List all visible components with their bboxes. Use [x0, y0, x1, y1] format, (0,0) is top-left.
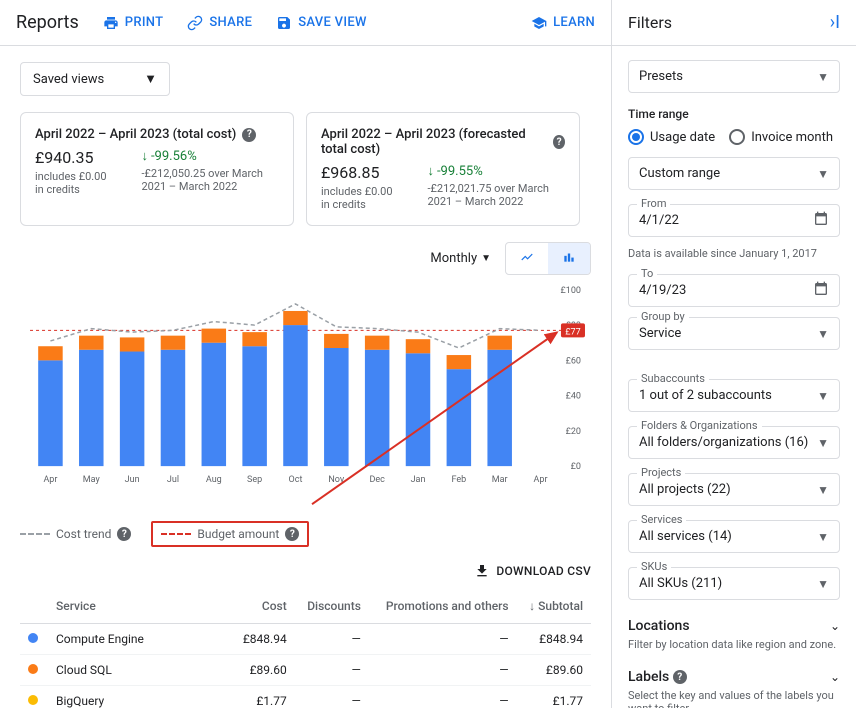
- chevron-down-icon: ⌄: [830, 619, 840, 633]
- table-row[interactable]: Cloud SQL £89.60 — — £89.60: [20, 655, 591, 686]
- svg-text:Apr: Apr: [43, 475, 57, 485]
- forecast-cost-card: April 2022 – April 2023 (forecasted tota…: [306, 112, 580, 226]
- svg-text:Jan: Jan: [411, 475, 426, 485]
- svg-text:Feb: Feb: [451, 475, 466, 485]
- period-dropdown[interactable]: Monthly▼: [430, 251, 491, 266]
- calendar-icon: [813, 281, 829, 301]
- svg-text:£77: £77: [565, 327, 580, 337]
- save-view-button[interactable]: SAVE VIEW: [276, 15, 367, 31]
- projects-dropdown[interactable]: Projects All projects (22) ▼: [628, 473, 840, 506]
- svg-text:Dec: Dec: [369, 475, 385, 485]
- download-icon: [474, 563, 490, 579]
- chevron-down-icon: ▼: [817, 530, 829, 544]
- chevron-down-icon: ▼: [817, 70, 829, 84]
- svg-text:£100: £100: [561, 286, 581, 296]
- folders-dropdown[interactable]: Folders & Organizations All folders/orga…: [628, 426, 840, 459]
- svg-text:May: May: [83, 475, 101, 485]
- usage-date-radio[interactable]: Usage date: [628, 129, 715, 145]
- table-row[interactable]: BigQuery £1.77 — — £1.77: [20, 686, 591, 708]
- legend-budget: Budget amount?: [151, 521, 309, 547]
- sort-arrow-icon[interactable]: ↓: [529, 599, 535, 613]
- total-amount: £940.35: [35, 148, 109, 167]
- date-range-dropdown[interactable]: Custom range ▼: [628, 157, 840, 190]
- service-color-dot: [28, 695, 38, 705]
- print-icon: [103, 15, 119, 31]
- svg-text:£0: £0: [571, 462, 581, 472]
- learn-icon: [531, 15, 547, 31]
- save-icon: [276, 15, 292, 31]
- help-icon[interactable]: ?: [553, 135, 565, 149]
- svg-text:£20: £20: [566, 427, 581, 437]
- chevron-down-icon: ▼: [481, 253, 491, 264]
- svg-text:Apr: Apr: [534, 475, 548, 485]
- svg-text:£40: £40: [566, 392, 581, 402]
- chevron-down-icon: ▼: [817, 483, 829, 497]
- share-icon: [187, 15, 203, 31]
- line-chart-toggle[interactable]: [506, 243, 548, 274]
- presets-dropdown[interactable]: Presets ▼: [628, 60, 840, 93]
- chevron-down-icon: ▼: [817, 327, 829, 341]
- group-by-dropdown[interactable]: Group by Service ▼: [628, 317, 840, 350]
- svg-text:£60: £60: [566, 356, 581, 366]
- share-button[interactable]: SHARE: [187, 15, 252, 31]
- help-icon[interactable]: ?: [673, 670, 687, 684]
- svg-text:Jul: Jul: [167, 475, 179, 485]
- forecast-amount: £968.85: [321, 163, 395, 182]
- services-dropdown[interactable]: Services All services (14) ▼: [628, 520, 840, 553]
- chevron-down-icon: ▼: [817, 389, 829, 403]
- legend-cost-trend: Cost trend?: [20, 527, 131, 541]
- locations-section[interactable]: Locations⌄: [628, 618, 840, 634]
- arrow-down-icon: ↓: [427, 163, 434, 179]
- filters-title: Filters: [628, 13, 672, 32]
- to-date-input[interactable]: To 4/19/23: [628, 274, 840, 307]
- bar-chart-toggle[interactable]: [548, 243, 590, 274]
- labels-section[interactable]: Labels ?⌄: [628, 669, 840, 685]
- download-csv-button[interactable]: DOWNLOAD CSV: [474, 563, 591, 579]
- svg-text:Oct: Oct: [289, 475, 303, 485]
- saved-views-dropdown[interactable]: Saved views ▼: [20, 62, 170, 96]
- learn-button[interactable]: LEARN: [531, 15, 595, 31]
- table-row[interactable]: Compute Engine £848.94 — — £848.94: [20, 624, 591, 655]
- help-icon[interactable]: ?: [117, 527, 131, 541]
- chevron-down-icon: ⌄: [830, 670, 840, 684]
- svg-text:Mar: Mar: [492, 475, 508, 485]
- chevron-down-icon: ▼: [144, 71, 157, 87]
- service-color-dot: [28, 633, 38, 643]
- chevron-down-icon: ▼: [817, 577, 829, 591]
- subaccounts-dropdown[interactable]: Subaccounts 1 out of 2 subaccounts ▼: [628, 379, 840, 412]
- collapse-icon[interactable]: ›I: [830, 12, 840, 33]
- chevron-down-icon: ▼: [817, 436, 829, 450]
- print-button[interactable]: PRINT: [103, 15, 164, 31]
- main-header: Reports PRINT SHARE SAVE VIEW LEARN: [0, 0, 611, 46]
- calendar-icon: [813, 211, 829, 231]
- svg-text:Aug: Aug: [206, 475, 222, 485]
- skus-dropdown[interactable]: SKUs All SKUs (211) ▼: [628, 567, 840, 600]
- svg-text:Jun: Jun: [125, 475, 140, 485]
- svg-text:Sep: Sep: [247, 475, 262, 485]
- invoice-month-radio[interactable]: Invoice month: [729, 129, 833, 145]
- help-icon[interactable]: ?: [285, 527, 299, 541]
- total-cost-card: April 2022 – April 2023 (total cost)? £9…: [20, 112, 294, 226]
- help-icon[interactable]: ?: [242, 128, 256, 142]
- cost-chart: £0£20£40£60£80£100£77AprMayJunJulAugSepO…: [20, 281, 591, 511]
- page-title: Reports: [16, 12, 79, 33]
- service-color-dot: [28, 664, 38, 674]
- chevron-down-icon: ▼: [817, 167, 829, 181]
- cost-table: Service Cost Discounts Promotions and ot…: [20, 589, 591, 708]
- from-date-input[interactable]: From 4/1/22: [628, 204, 840, 237]
- arrow-down-icon: ↓: [141, 148, 148, 164]
